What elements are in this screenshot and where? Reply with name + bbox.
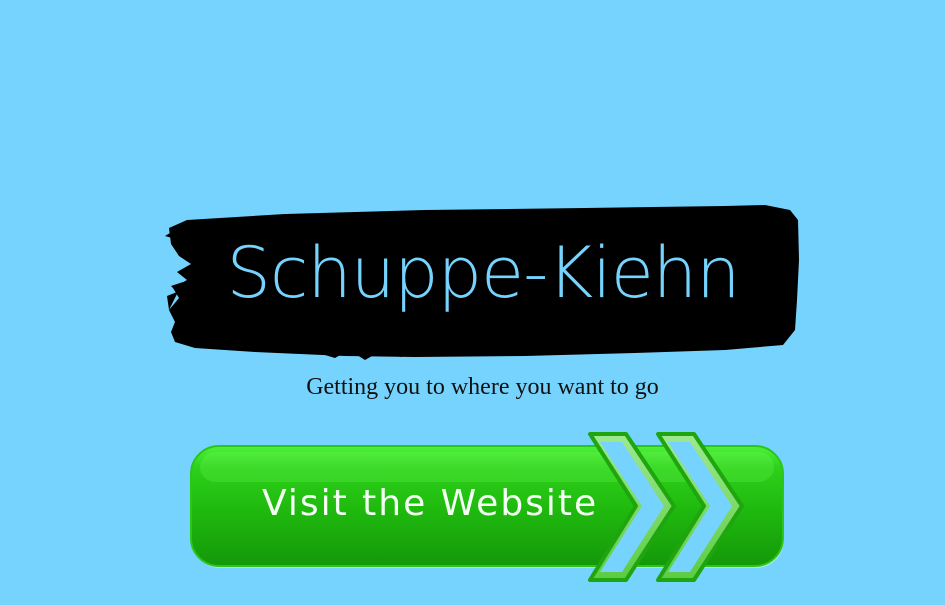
- brand-tagline: Getting you to where you want to go: [306, 374, 659, 400]
- brand-name: Schuppe-Kiehn: [226, 232, 741, 314]
- visit-website-button[interactable]: Visit the Website: [186, 428, 788, 588]
- visit-website-label: Visit the Website: [262, 483, 599, 524]
- brand-banner: Schuppe-Kiehn: [165, 200, 801, 362]
